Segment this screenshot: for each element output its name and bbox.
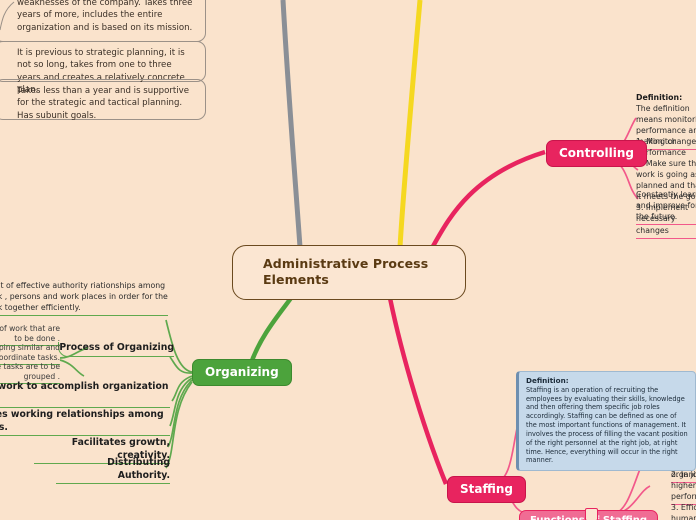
planning-box-operational-text: Takes less than a year and is supportive…: [17, 86, 190, 121]
organizing-leaf-distributing-authority[interactable]: Distributing Authority.: [56, 457, 170, 485]
controlling-learning-note-text: Constantly learn and improve for the fut…: [636, 190, 696, 222]
organizing-process-title-text: Process of Organizing: [59, 342, 174, 353]
organizing-leaf-distributing-authority-text: Distributing Authority.: [107, 457, 170, 481]
branch-controlling-label: Controlling: [559, 146, 634, 160]
organizing-process-title[interactable]: Process of Organizing: [58, 342, 174, 357]
branch-organizing[interactable]: Organizing: [192, 359, 292, 386]
staffing-definition-callout[interactable]: Definition: Staffing is an operation of …: [516, 371, 696, 472]
functions-of-staffing-collapse-toggle[interactable]: [585, 508, 598, 520]
staffing-definition-label: Definition:: [526, 376, 569, 385]
planning-box-strategic-text: Analyze competitive opportunities and th…: [17, 0, 193, 33]
controlling-learning-note[interactable]: Constantly learn and improve for the fut…: [636, 189, 696, 226]
organizing-process-step-3-text: Decide how the tasks are to be grouped .: [0, 362, 60, 381]
staffing-function-2[interactable]: 2. In jobs, the higher performance: [671, 469, 696, 506]
organizing-leaf-working-relationships[interactable]: Establishes working relationships among …: [0, 409, 170, 437]
staffing-function-3[interactable]: 3. Efficient human resources: [671, 502, 696, 520]
staffing-function-2-text: 2. In jobs, the higher performance: [671, 470, 696, 502]
planning-box-tactical[interactable]: It is previous to strategic planning, it…: [0, 41, 206, 95]
staffing-definition-text: Staffing is an operation of recruiting t…: [526, 385, 688, 465]
branch-controlling[interactable]: Controlling: [546, 140, 647, 167]
organizing-process-step-2-text: Grouping similar and coordinate tasks.: [0, 343, 60, 362]
branch-staffing-label: Staffing: [460, 482, 513, 496]
staffing-function-3-text: 3. Efficient human resources: [671, 503, 696, 520]
controlling-definition-label: Definition:: [636, 93, 683, 102]
organizing-leaf-working-relationships-text: Establishes working relationships among …: [0, 409, 164, 433]
planning-box-operational[interactable]: Takes less than a year and is supportive…: [0, 79, 206, 121]
branch-staffing[interactable]: Staffing: [447, 476, 526, 503]
central-node-title: Administrative Process Elements: [263, 256, 429, 287]
planning-box-strategic[interactable]: Analyze competitive opportunities and th…: [0, 0, 206, 42]
organizing-leaf-dividing-work[interactable]: Deviding work to accomplish organization…: [0, 381, 170, 409]
organizing-definition[interactable]: Definition: Establishment of effective a…: [0, 268, 168, 316]
organizing-leaf-dividing-work-text: Deviding work to accomplish organization…: [0, 381, 169, 392]
mindmap-canvas: Analyze competitive opportunities and th…: [0, 0, 696, 520]
organizing-process-step-1-text: Identification of work that are to be do…: [0, 324, 60, 343]
central-node[interactable]: Administrative Process Elements: [232, 245, 466, 301]
branch-organizing-label: Organizing: [205, 365, 279, 379]
organizing-definition-text: Establishment of effective authority ria…: [0, 280, 168, 312]
